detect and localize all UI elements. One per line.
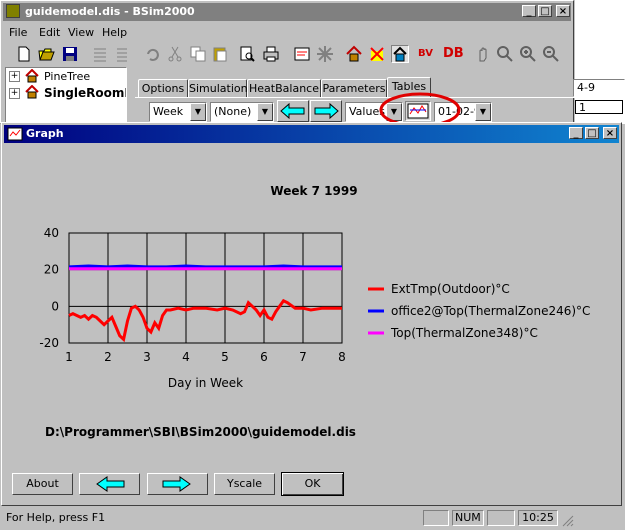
app-icon <box>6 4 20 18</box>
status-pane-empty <box>487 510 515 526</box>
x-tick-label: 2 <box>104 350 112 364</box>
house-icon <box>25 68 39 86</box>
background-combo: 4-9 <box>573 79 625 97</box>
status-pane-empty <box>423 510 449 526</box>
menu-view[interactable]: View <box>68 26 94 39</box>
save-icon[interactable] <box>61 45 79 63</box>
new-file-icon[interactable] <box>15 45 33 63</box>
arrow-right-icon <box>314 102 339 120</box>
status-help-text: For Help, press F1 <box>6 511 106 524</box>
x-tick-label: 7 <box>299 350 307 364</box>
size-grip-icon[interactable] <box>560 513 574 530</box>
align-icon[interactable] <box>91 45 109 63</box>
line-chart: 1 2 3 4 5 6 7 8 40 20 0 -20 Week 7 1999 Day in Week Ex… <box>39 184 590 390</box>
zoom-out-icon[interactable] <box>542 45 560 63</box>
y-tick-label: 40 <box>44 226 59 240</box>
file-path: D:\Programmer\SBI\BSim2000\guidemodel.di… <box>45 425 356 439</box>
main-title-text: guidemodel.dis - BSim2000 <box>25 5 195 18</box>
report-icon[interactable] <box>293 45 311 63</box>
series-line <box>68 264 342 269</box>
building-view-icon[interactable] <box>391 45 409 63</box>
undo-icon[interactable] <box>143 45 161 63</box>
paste-icon[interactable] <box>211 45 229 63</box>
x-tick-label: 3 <box>143 350 151 364</box>
arrow-left-icon <box>96 476 125 492</box>
x-axis-label: Day in Week <box>168 376 243 390</box>
delete-house-icon[interactable] <box>368 45 386 63</box>
x-tick-label: 1 <box>65 350 73 364</box>
y-tick-label: 0 <box>51 299 59 313</box>
house-icon <box>25 84 39 102</box>
print-icon[interactable] <box>262 45 280 63</box>
previous-week-button[interactable] <box>79 473 140 495</box>
status-bar: For Help, press F1 NUM 10:25 <box>0 507 625 529</box>
previous-period-button[interactable] <box>277 100 309 122</box>
arrow-right-icon <box>162 476 191 492</box>
hand-icon[interactable] <box>474 45 492 63</box>
about-button[interactable]: About <box>12 473 73 495</box>
background-window-right: 4-9 1 <box>573 0 625 124</box>
arrow-left-icon <box>280 102 305 120</box>
x-tick-label: 6 <box>260 350 268 364</box>
tab-options[interactable]: Options <box>138 79 188 97</box>
background-cell: 1 <box>575 100 623 114</box>
dropdown-arrow-icon[interactable]: ▼ <box>475 103 491 121</box>
bv-icon[interactable]: BV <box>418 45 436 63</box>
main-titlebar[interactable]: guidemodel.dis - BSim2000 _ □ × <box>3 3 571 21</box>
print-preview-icon[interactable] <box>238 45 256 63</box>
legend-label: office2@Top(ThermalZone246)°C <box>391 304 590 318</box>
menu-help[interactable]: Help <box>102 26 127 39</box>
tree-expander-icon[interactable]: + <box>9 71 20 82</box>
tab-heatbalance[interactable]: HeatBalance <box>247 79 321 97</box>
menu-edit[interactable]: Edit <box>39 26 60 39</box>
status-num: NUM <box>452 510 484 526</box>
ok-button[interactable]: OK <box>281 472 344 496</box>
menu-file[interactable]: File <box>9 26 27 39</box>
cut-icon[interactable] <box>166 45 184 63</box>
tree-item-pinetree[interactable]: PineTree <box>44 70 90 83</box>
graph-window: Graph _ □ × 1 2 3 4 5 6 7 8 40 20 0 -20 Week 7 1999 D… <box>1 122 622 506</box>
tree-view: + PineTree + SingleRoomBu <box>5 67 127 127</box>
zoom-icon[interactable] <box>496 45 514 63</box>
legend-label: ExtTmp(Outdoor)°C <box>391 282 510 296</box>
filter-select[interactable]: (None) ▼ <box>210 102 274 122</box>
chart-title: Week 7 1999 <box>270 184 357 198</box>
minimize-icon[interactable]: _ <box>522 5 536 17</box>
x-tick-label: 8 <box>338 350 346 364</box>
tree-expander-icon[interactable]: + <box>9 88 20 99</box>
x-tick-label: 5 <box>221 350 229 364</box>
dropdown-arrow-icon[interactable]: ▼ <box>190 103 206 121</box>
star-icon[interactable] <box>316 45 334 63</box>
status-time: 10:25 <box>518 510 558 526</box>
yscale-button[interactable]: Yscale <box>214 473 275 495</box>
db-icon[interactable]: DB <box>443 45 465 63</box>
next-week-button[interactable] <box>147 473 208 495</box>
list-icon[interactable] <box>113 45 131 63</box>
house-icon[interactable] <box>345 45 363 63</box>
dropdown-arrow-icon[interactable]: ▼ <box>257 103 273 121</box>
main-window: guidemodel.dis - BSim2000 _ □ × File Edi… <box>0 0 575 128</box>
next-period-button[interactable] <box>310 100 342 122</box>
tab-simulation[interactable]: Simulation <box>188 79 248 97</box>
open-folder-icon[interactable] <box>38 45 56 63</box>
plot-area <box>68 232 343 344</box>
y-tick-label: -20 <box>39 336 59 350</box>
copy-icon[interactable] <box>189 45 207 63</box>
legend-label: Top(ThermalZone348)°C <box>390 326 538 340</box>
maximize-icon[interactable]: □ <box>538 5 552 17</box>
zoom-in-icon[interactable] <box>519 45 537 63</box>
y-tick-label: 20 <box>44 263 59 277</box>
period-select[interactable]: Week ▼ <box>149 102 207 122</box>
x-tick-label: 4 <box>182 350 190 364</box>
tree-item-singleroom[interactable]: SingleRoomBu <box>44 86 126 100</box>
close-icon[interactable]: × <box>556 5 570 17</box>
